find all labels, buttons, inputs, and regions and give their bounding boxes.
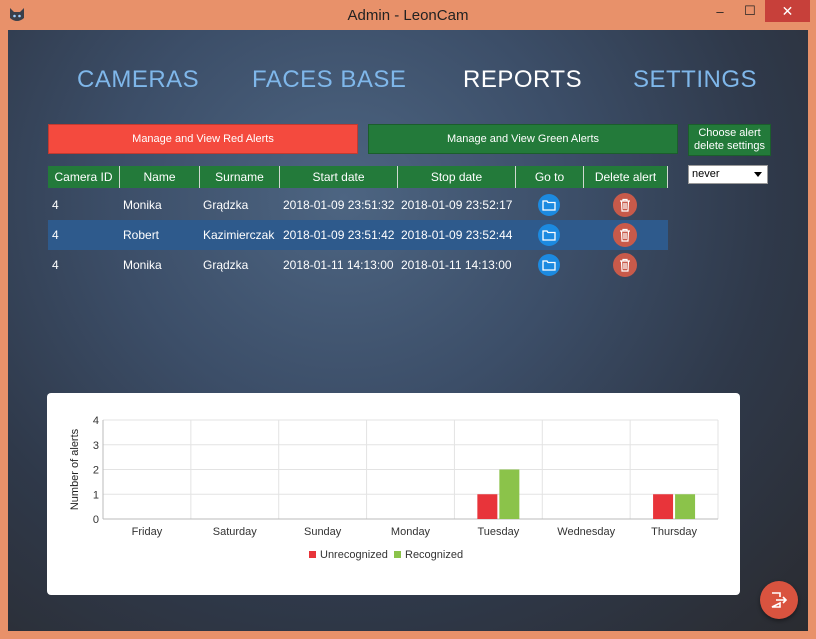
cell-stop-date: 2018-01-09 23:52:17 (401, 198, 513, 212)
cell-camera-id: 4 (52, 258, 59, 272)
cell-start-date: 2018-01-09 23:51:32 (283, 198, 395, 212)
col-header-surname[interactable]: Surname (200, 166, 280, 188)
folder-icon[interactable] (538, 194, 560, 216)
logout-button[interactable] (760, 581, 798, 619)
x-tick-label: Friday (132, 526, 163, 538)
delete-setting-value: never (692, 168, 720, 180)
bar-unrecognized (653, 494, 674, 519)
nav-cameras[interactable]: CAMERAS (77, 66, 199, 94)
window-title: Admin - LeonCam (347, 7, 469, 24)
bar-unrecognized (477, 494, 498, 519)
trash-icon[interactable] (613, 223, 637, 247)
x-tick-label: Tuesday (477, 526, 519, 538)
legend-label: Recognized (405, 549, 463, 561)
cell-camera-id: 4 (52, 228, 59, 242)
cell-surname: Kazimierczak (203, 228, 275, 242)
alerts-chart-panel: 0 1 2 3 4 Number of alerts Friday Saturday Sunda… (47, 393, 740, 595)
logout-icon (771, 592, 788, 608)
cell-name: Robert (123, 228, 160, 242)
alerts-bar-chart: 0 1 2 3 4 Number of alerts Friday Saturday Sunda… (69, 415, 719, 561)
cell-surname: Grądzka (203, 198, 249, 212)
table-row-selected[interactable]: 4 Robert Kazimierczak 2018-01-09 23:51:4… (48, 220, 668, 250)
folder-icon[interactable] (538, 254, 560, 276)
app-window: Admin - LeonCam – ☐ ✕ CAMERAS FACES BASE… (0, 0, 816, 639)
cell-stop-date: 2018-01-11 14:13:00 (401, 258, 512, 272)
col-header-name[interactable]: Name (120, 166, 200, 188)
x-tick-label: Thursday (651, 526, 697, 538)
trash-icon[interactable] (613, 193, 637, 217)
cell-camera-id: 4 (52, 198, 59, 212)
y-tick-label: 3 (93, 440, 99, 452)
title-bar: Admin - LeonCam – ☐ ✕ (0, 0, 816, 30)
cell-name: Monika (123, 258, 162, 272)
col-header-go-to[interactable]: Go to (516, 166, 584, 188)
folder-icon[interactable] (538, 224, 560, 246)
table-row[interactable]: 4 Monika Grądzka 2018-01-09 23:51:32 201… (48, 190, 668, 220)
col-header-stop-date[interactable]: Stop date (398, 166, 516, 188)
legend-swatch (309, 551, 316, 558)
choose-delete-line2: delete settings (694, 140, 765, 152)
minimize-button[interactable]: – (705, 0, 735, 22)
legend-swatch (394, 551, 401, 558)
nav-faces-base[interactable]: FACES BASE (252, 66, 406, 94)
choose-delete-line1: Choose alert (698, 127, 761, 139)
main-content: CAMERAS FACES BASE REPORTS SETTINGS Mana… (8, 30, 808, 631)
delete-setting-select[interactable]: never (688, 165, 768, 184)
cell-start-date: 2018-01-09 23:51:42 (283, 228, 395, 242)
chevron-down-icon (754, 172, 762, 177)
y-tick-label: 1 (93, 489, 99, 501)
green-alerts-button[interactable]: Manage and View Green Alerts (368, 124, 678, 154)
nav-settings[interactable]: SETTINGS (633, 66, 757, 94)
col-header-start-date[interactable]: Start date (280, 166, 398, 188)
bar-recognized (499, 469, 520, 519)
x-tick-label: Sunday (304, 526, 342, 538)
y-tick-label: 2 (93, 465, 99, 477)
bar-recognized (675, 494, 696, 519)
maximize-button[interactable]: ☐ (735, 0, 765, 22)
cell-start-date: 2018-01-11 14:13:00 (283, 258, 394, 272)
choose-delete-settings-button[interactable]: Choose alert delete settings (688, 124, 771, 156)
cell-stop-date: 2018-01-09 23:52:44 (401, 228, 513, 242)
y-tick-label: 4 (93, 415, 99, 427)
col-header-delete-alert[interactable]: Delete alert (584, 166, 668, 188)
red-alerts-button[interactable]: Manage and View Red Alerts (48, 124, 358, 154)
table-row[interactable]: 4 Monika Grądzka 2018-01-11 14:13:00 201… (48, 250, 668, 280)
x-tick-label: Monday (391, 526, 431, 538)
x-tick-label: Wednesday (557, 526, 615, 538)
x-tick-label: Saturday (213, 526, 258, 538)
col-header-camera-id[interactable]: Camera ID (48, 166, 120, 188)
y-axis-label: Number of alerts (69, 428, 81, 510)
close-button[interactable]: ✕ (765, 0, 810, 22)
y-tick-label: 0 (93, 514, 99, 526)
trash-icon[interactable] (613, 253, 637, 277)
cell-surname: Grądzka (203, 258, 249, 272)
legend-label: Unrecognized (320, 549, 388, 561)
cell-name: Monika (123, 198, 162, 212)
nav-reports[interactable]: REPORTS (463, 66, 582, 94)
